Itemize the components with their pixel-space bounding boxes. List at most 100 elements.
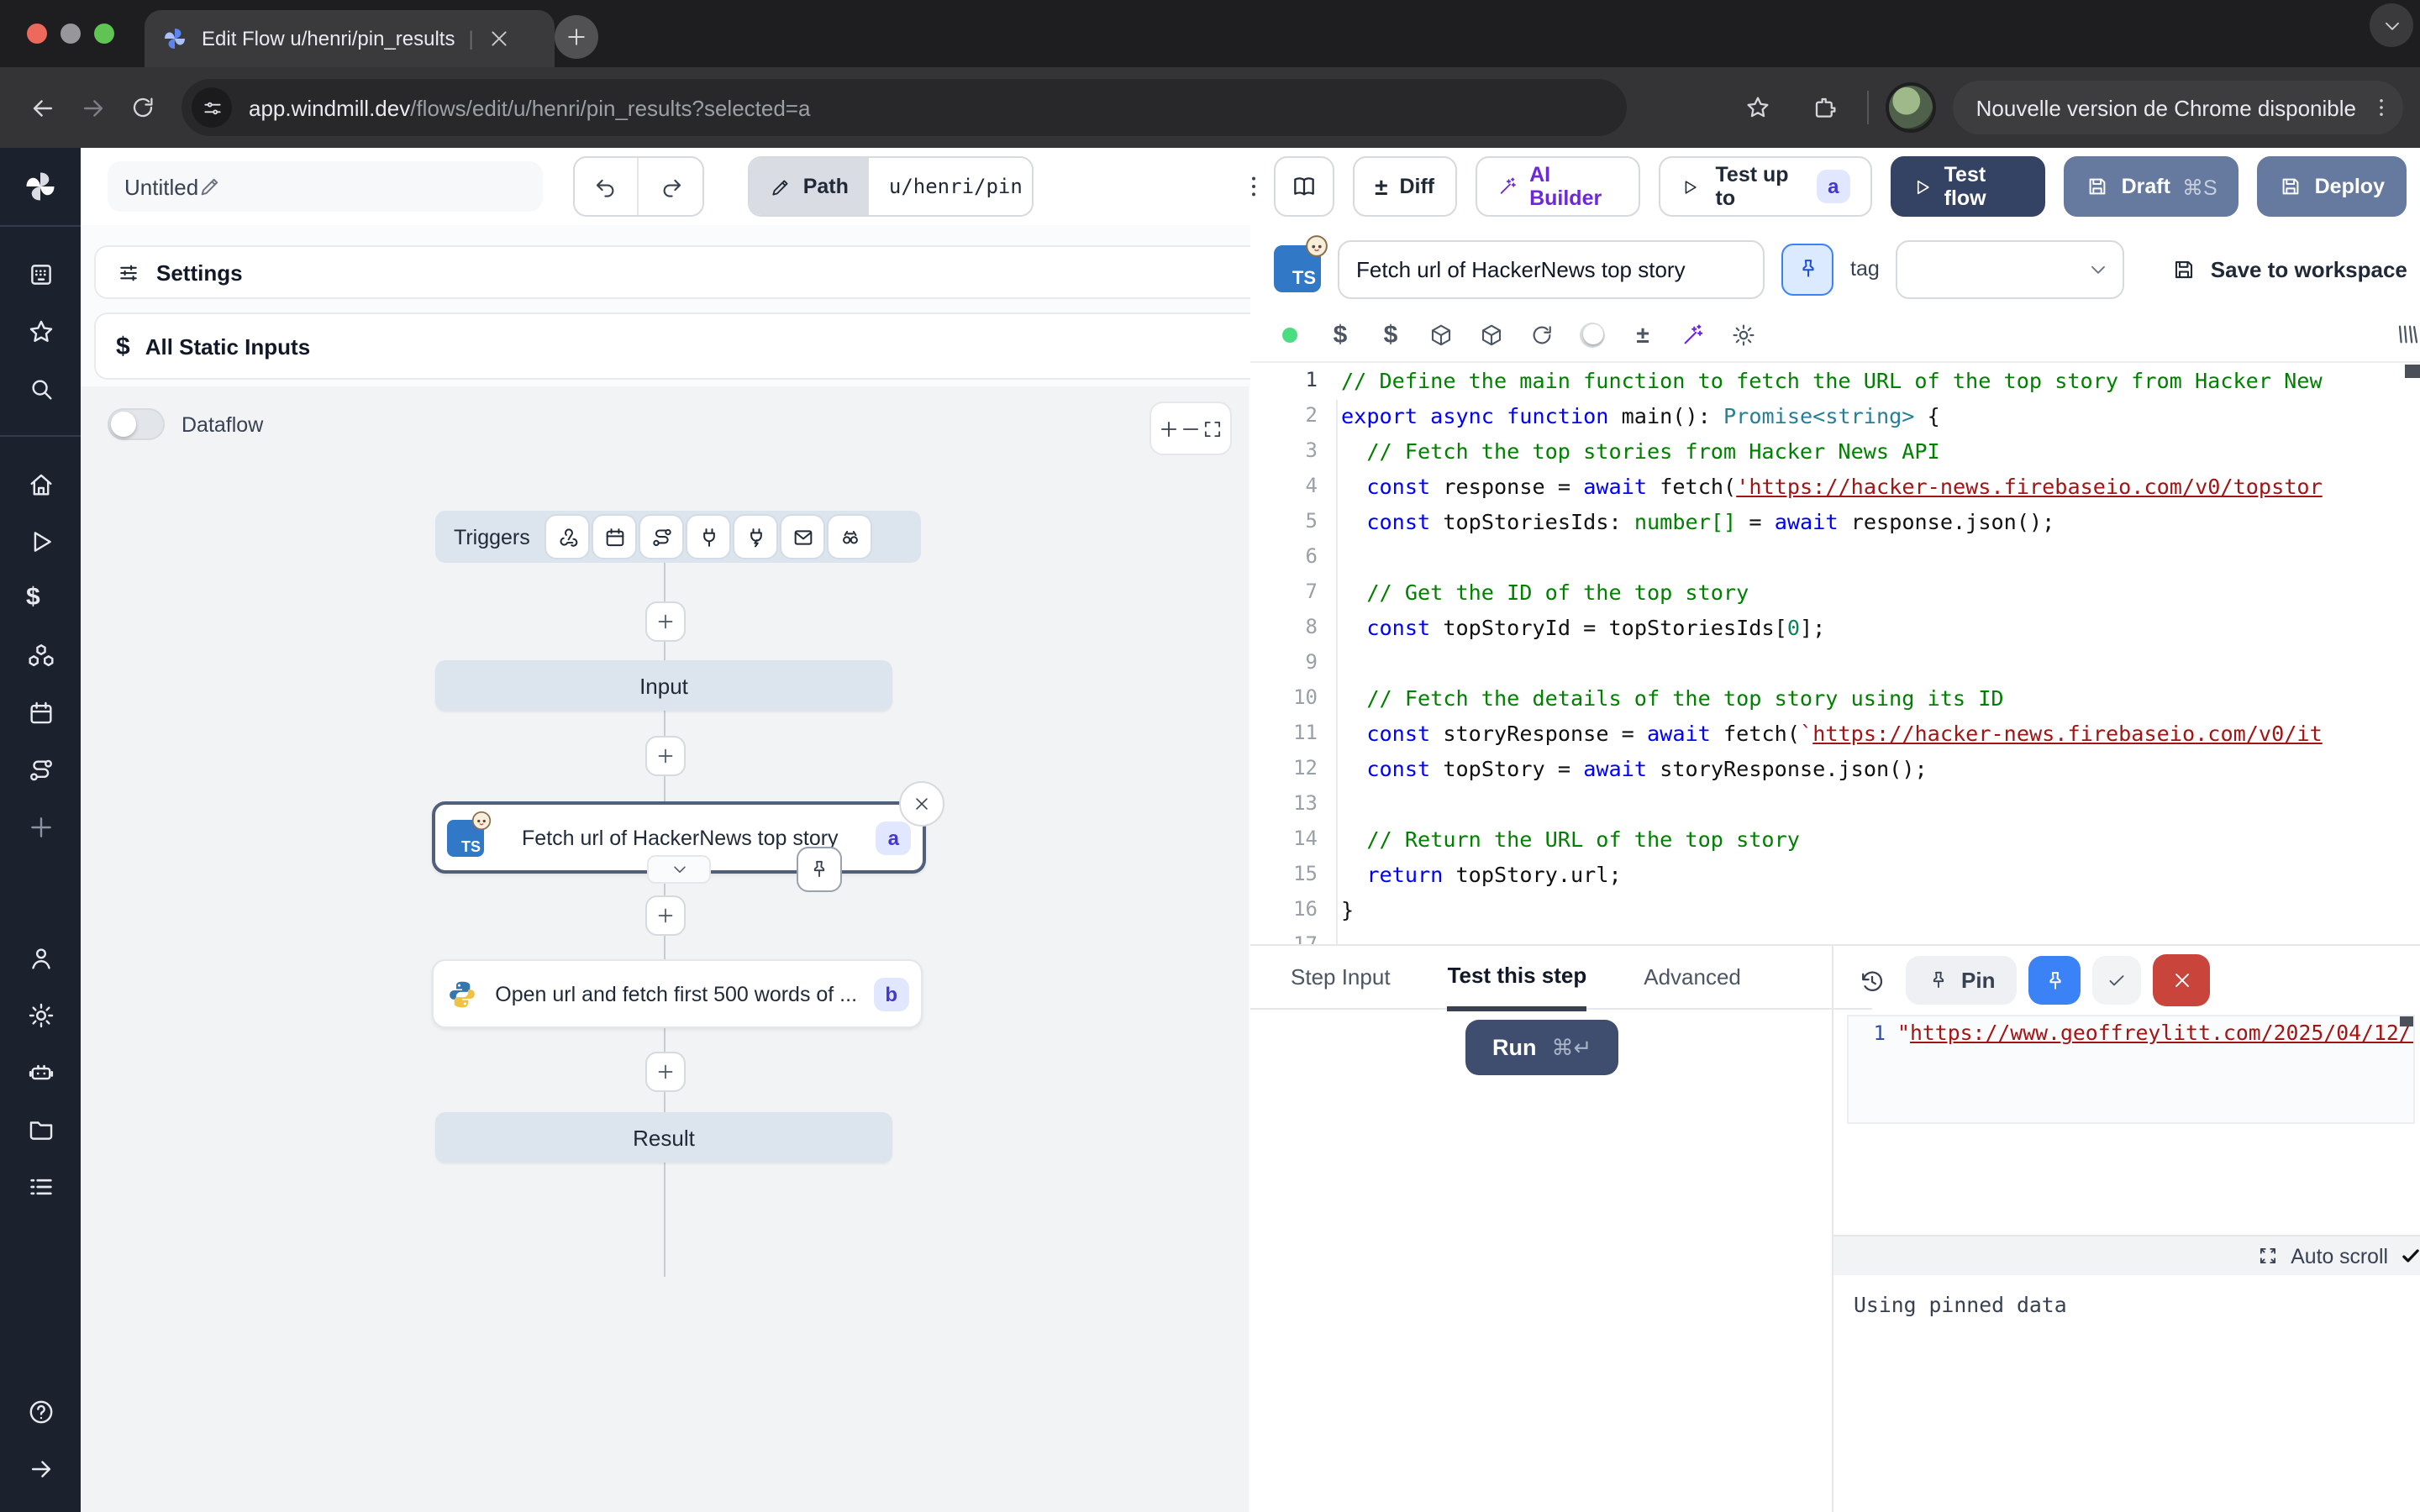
sidebar-item-routes[interactable]: [13, 743, 67, 796]
site-info-icon[interactable]: [192, 87, 232, 128]
chrome-update-notice[interactable]: Nouvelle version de Chrome disponible: [1953, 81, 2403, 134]
path-value[interactable]: u/henri/pin: [869, 158, 1034, 215]
trigger-event-stream-icon[interactable]: [735, 516, 777, 558]
pinned-data-editor[interactable]: 1"https://www.geoffreylitt.com/2025/04/1…: [1847, 1015, 2415, 1124]
trigger-schedule-icon[interactable]: [594, 516, 636, 558]
confirm-button[interactable]: [2092, 956, 2141, 1005]
sidebar-item-workspace[interactable]: [13, 247, 67, 301]
forward-button[interactable]: [67, 82, 118, 133]
tab-test-this-step[interactable]: Test this step: [1448, 943, 1587, 1011]
more-options-icon[interactable]: [1235, 166, 1274, 207]
sidebar-item-settings[interactable]: [13, 988, 67, 1042]
sidebar-item-search[interactable]: [13, 361, 67, 415]
code-line[interactable]: 15 return topStory.url;: [1250, 857, 2420, 892]
result-node[interactable]: Result: [435, 1112, 892, 1163]
triggers-node[interactable]: Triggers: [435, 511, 921, 563]
step-title-input[interactable]: [1338, 239, 1765, 298]
bookmark-star-icon[interactable]: [1733, 82, 1783, 133]
sidebar-item-help[interactable]: [13, 1384, 67, 1438]
sidebar-item-folders[interactable]: [13, 1102, 67, 1156]
editor-scrollbar[interactable]: [2400, 1016, 2413, 1026]
add-step-button[interactable]: [645, 736, 686, 776]
step-node-a[interactable]: TS Fetch url of HackerNews top story a: [432, 801, 926, 874]
pin-button[interactable]: Pin: [1906, 956, 2017, 1005]
address-bar[interactable]: app.windmill.dev/flows/edit/u/henri/pin_…: [182, 79, 1627, 136]
pinned-indicator-icon[interactable]: [797, 847, 842, 892]
auto-scroll-checkbox[interactable]: [2400, 1245, 2420, 1267]
code-line[interactable]: 6: [1250, 539, 2420, 575]
sidebar-item-user[interactable]: [13, 931, 67, 984]
sidebar-item-favorites[interactable]: [13, 304, 67, 358]
sidebar-item-runs[interactable]: [13, 514, 67, 568]
code-line[interactable]: 4 const response = await fetch('https://…: [1250, 469, 2420, 504]
window-minimize-button[interactable]: [60, 24, 81, 44]
trigger-webhook-icon[interactable]: [547, 516, 589, 558]
test-flow-button[interactable]: Test flow: [1891, 156, 2045, 217]
code-line[interactable]: 1"https://www.geoffreylitt.com/2025/04/1…: [1849, 1016, 2413, 1050]
reset-icon[interactable]: [1529, 322, 1555, 347]
windmill-logo[interactable]: [22, 168, 59, 205]
code-line[interactable]: 16}: [1250, 892, 2420, 927]
trigger-http-route-icon[interactable]: [641, 516, 683, 558]
docs-button[interactable]: [1274, 156, 1334, 217]
deploy-button[interactable]: Deploy: [2258, 156, 2407, 217]
sidebar-item-variables[interactable]: $: [13, 571, 67, 625]
sidebar-item-add[interactable]: [13, 800, 67, 853]
window-zoom-button[interactable]: [94, 24, 114, 44]
flow-canvas[interactable]: Dataflow Triggers Input TS: [81, 386, 1249, 1512]
code-line[interactable]: 14 // Return the URL of the top story: [1250, 822, 2420, 857]
window-close-button[interactable]: [27, 24, 47, 44]
input-node[interactable]: Input: [435, 660, 892, 711]
redo-button[interactable]: [638, 158, 702, 215]
history-button[interactable]: [1850, 958, 1894, 1002]
run-button[interactable]: Run ⌘↵: [1465, 1020, 1618, 1075]
path-button[interactable]: Path: [750, 158, 869, 215]
dataflow-toggle[interactable]: Dataflow: [108, 408, 263, 440]
sidebar-item-audit-logs[interactable]: [13, 1159, 67, 1213]
sidebar-item-home[interactable]: [13, 457, 67, 511]
diff-icon[interactable]: ±: [1630, 322, 1655, 347]
code-line[interactable]: 12 const topStory = await storyResponse.…: [1250, 751, 2420, 786]
code-line[interactable]: 2export async function main(): Promise<s…: [1250, 398, 2420, 433]
reload-button[interactable]: [118, 82, 168, 133]
zoom-in-button[interactable]: [1158, 417, 1180, 439]
test-up-to-button[interactable]: Test up to a: [1659, 156, 1873, 217]
add-step-button[interactable]: [645, 895, 686, 936]
ai-builder-button[interactable]: AI Builder: [1475, 156, 1639, 217]
resources-icon[interactable]: $: [1378, 322, 1403, 347]
pin-active-button[interactable]: [2028, 956, 2081, 1005]
code-line[interactable]: 13: [1250, 786, 2420, 822]
tab-close-icon[interactable]: [487, 27, 511, 50]
browser-tab[interactable]: Edit Flow u/henri/pin_results |: [145, 10, 555, 67]
diff-button[interactable]: ±Diff: [1353, 156, 1456, 217]
run-status-icon[interactable]: [1277, 322, 1302, 347]
pin-step-button[interactable]: [1781, 243, 1833, 295]
ai-wand-icon[interactable]: [1681, 322, 1706, 347]
code-line[interactable]: 1// Define the main function to fetch th…: [1250, 363, 2420, 398]
draft-button[interactable]: Draft⌘S: [2065, 156, 2239, 217]
tag-select[interactable]: [1897, 239, 2125, 298]
tab-step-input[interactable]: Step Input: [1291, 946, 1391, 1008]
profile-avatar[interactable]: [1886, 82, 1936, 133]
undo-button[interactable]: [575, 158, 638, 215]
code-line[interactable]: 7 // Get the ID of the top story: [1250, 575, 2420, 610]
sidebar-item-resources[interactable]: [13, 628, 67, 682]
code-editor[interactable]: 1// Define the main function to fetch th…: [1250, 361, 2420, 946]
zoom-out-button[interactable]: [1180, 417, 1202, 439]
dependency-icon[interactable]: [1428, 322, 1454, 347]
code-line[interactable]: 10 // Fetch the details of the top story…: [1250, 680, 2420, 716]
new-tab-button[interactable]: [555, 15, 598, 59]
script-settings-icon[interactable]: [1731, 322, 1756, 347]
code-line[interactable]: 5 const topStoriesIds: number[] = await …: [1250, 504, 2420, 539]
tab-advanced[interactable]: Advanced: [1644, 946, 1741, 1008]
toggle-icon[interactable]: [1580, 322, 1605, 347]
sidebar-item-workers[interactable]: [13, 1045, 67, 1099]
flow-name-input[interactable]: Untitled: [108, 161, 543, 212]
toggle-off[interactable]: [108, 408, 165, 440]
close-pinned-button[interactable]: [2153, 954, 2210, 1006]
extensions-icon[interactable]: [1800, 82, 1850, 133]
step-node-b[interactable]: Open url and fetch first 500 words of ..…: [432, 959, 923, 1028]
all-static-inputs-row[interactable]: $ All Static Inputs: [94, 312, 1279, 380]
add-step-button[interactable]: [645, 601, 686, 642]
trigger-email-icon[interactable]: [782, 516, 824, 558]
